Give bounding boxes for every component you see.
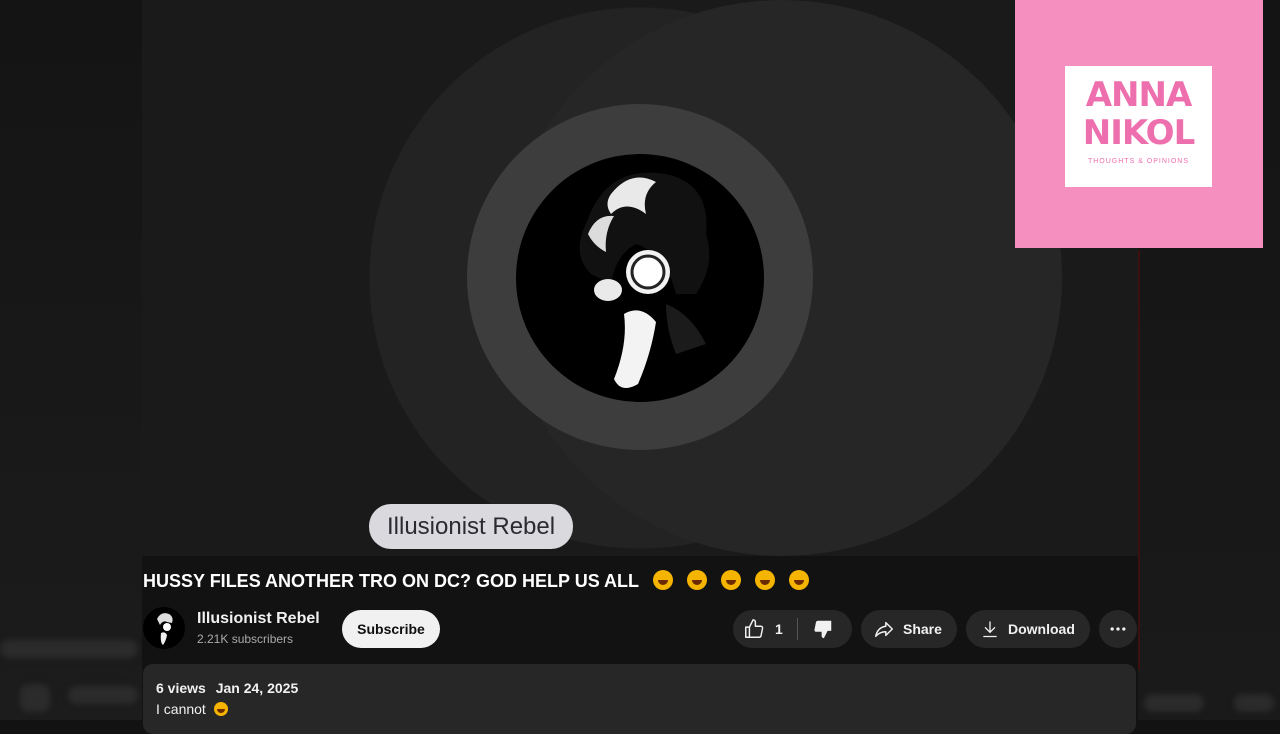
- share-icon: [875, 621, 893, 638]
- like-dislike-group: 1: [733, 610, 852, 648]
- more-icon: [1110, 627, 1126, 631]
- channel-avatar-large: [516, 154, 764, 402]
- like-button[interactable]: 1: [733, 610, 783, 648]
- video-title-text: HUSSY FILES ANOTHER TRO ON DC? GOD HELP …: [143, 571, 639, 591]
- blurred-avatar: [20, 684, 50, 712]
- logo-tagline: THOUGHTS & OPINIONS: [1087, 158, 1190, 165]
- rofl-emoji-icon: [788, 570, 809, 590]
- logo-text-line2: NIKOL: [1082, 113, 1196, 153]
- upload-date: Jan 24, 2025: [215, 680, 299, 696]
- download-icon: [983, 621, 997, 638]
- watermark-logo: ANNA NIKOL THOUGHTS & OPINIONS: [1015, 0, 1263, 248]
- channel-name[interactable]: Illusionist Rebel: [197, 610, 320, 628]
- share-button[interactable]: Share: [861, 610, 957, 648]
- description-box[interactable]: 6 views Jan 24, 2025 I cannot: [143, 664, 1136, 734]
- blurred-text: [68, 686, 138, 704]
- subscriber-count: 2.21K subscribers: [197, 632, 294, 646]
- more-actions-button[interactable]: [1099, 610, 1137, 648]
- description-text: I cannot: [156, 701, 228, 717]
- channel-name-overlay: Illusionist Rebel: [369, 504, 574, 549]
- download-label: Download: [1008, 621, 1075, 637]
- description-body: I cannot: [156, 701, 206, 717]
- subscribe-button[interactable]: Subscribe: [342, 610, 440, 648]
- logo-card: ANNA NIKOL THOUGHTS & OPINIONS: [1065, 66, 1212, 187]
- dislike-button[interactable]: [798, 610, 834, 648]
- rofl-emoji-icon: [213, 702, 228, 716]
- video-title: HUSSY FILES ANOTHER TRO ON DC? GOD HELP …: [143, 570, 809, 592]
- character-silhouette-icon: [579, 172, 710, 388]
- dislike-icon: [814, 620, 832, 639]
- download-button[interactable]: Download: [966, 610, 1090, 648]
- blurred-text: [1144, 694, 1204, 712]
- rofl-emoji-icon: [754, 570, 775, 590]
- description-meta: 6 views Jan 24, 2025: [156, 680, 298, 696]
- rofl-emoji-icon: [652, 570, 673, 590]
- share-label: Share: [903, 621, 942, 637]
- video-player[interactable]: Illusionist Rebel: [142, 0, 1138, 556]
- rofl-emoji-icon: [686, 570, 707, 590]
- logo-text-line1: ANNA: [1085, 75, 1193, 115]
- blurred-text: [1234, 694, 1274, 712]
- rofl-emoji-icon: [720, 570, 741, 590]
- view-count: 6 views: [156, 680, 206, 696]
- like-icon: [745, 619, 764, 638]
- background-left-blurred: [0, 0, 142, 720]
- like-count: 1: [775, 621, 783, 637]
- blurred-text: [0, 640, 138, 658]
- channel-avatar-icon: [157, 613, 173, 645]
- channel-avatar[interactable]: [143, 607, 185, 649]
